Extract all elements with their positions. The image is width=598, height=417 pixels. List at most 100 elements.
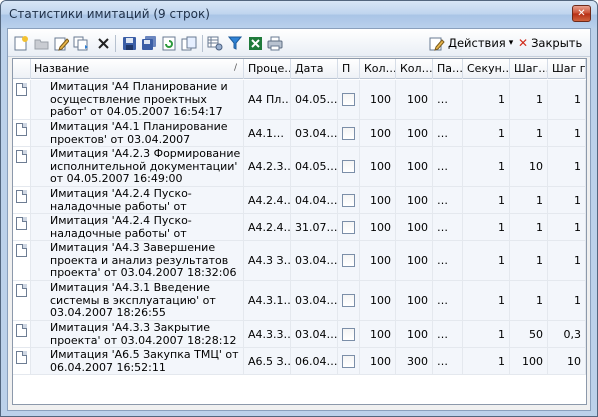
cell-count2[interactable]: 100 bbox=[396, 214, 433, 240]
cell-step2[interactable]: 1 bbox=[548, 281, 586, 320]
cell-param[interactable]: … bbox=[433, 321, 463, 347]
cell-name[interactable]: Имитация 'А4.2.3 Формирование исполнител… bbox=[31, 147, 244, 186]
filter-icon[interactable] bbox=[227, 35, 243, 51]
cell-count2[interactable]: 100 bbox=[396, 281, 433, 320]
excel-icon[interactable] bbox=[247, 35, 263, 51]
save-all-icon[interactable] bbox=[141, 35, 157, 51]
cell-date[interactable]: 06.04… bbox=[291, 348, 338, 374]
cell-seconds[interactable]: 1 bbox=[463, 187, 510, 213]
checkbox[interactable] bbox=[342, 193, 355, 207]
cell-seconds[interactable]: 1 bbox=[463, 214, 510, 240]
cell-process[interactable]: А4.3.1… bbox=[244, 281, 291, 320]
cell-step1[interactable]: 1 bbox=[510, 281, 548, 320]
cell-step2[interactable]: 1 bbox=[548, 147, 586, 186]
cell-step2[interactable]: 1 bbox=[548, 120, 586, 146]
cell-step1[interactable]: 1 bbox=[510, 120, 548, 146]
cell-date[interactable]: 03.04… bbox=[291, 241, 338, 280]
cell-date[interactable]: 03.04… bbox=[291, 321, 338, 347]
cell-name[interactable]: Имитация 'А4.3 Завершение проекта и анал… bbox=[31, 241, 244, 280]
cell-step2[interactable]: 0,3 bbox=[548, 321, 586, 347]
export-icon[interactable] bbox=[181, 35, 197, 51]
table-row[interactable]: Имитация 'А6.5 Закупка ТМЦ' от 06.04.200… bbox=[13, 348, 586, 375]
checkbox[interactable] bbox=[342, 327, 355, 341]
column-header-process[interactable]: Проце… bbox=[244, 59, 291, 79]
cell-param[interactable]: … bbox=[433, 120, 463, 146]
checkbox[interactable] bbox=[342, 220, 355, 234]
cell-param[interactable]: … bbox=[433, 281, 463, 320]
cell-count1[interactable]: 100 bbox=[360, 241, 396, 280]
cell-param[interactable]: … bbox=[433, 80, 463, 119]
cell-name[interactable]: Имитация 'А4.2.4 Пуско-наладочные работы… bbox=[31, 214, 244, 240]
cell-param[interactable]: … bbox=[433, 187, 463, 213]
cell-date[interactable]: 03.04… bbox=[291, 120, 338, 146]
cell-step1[interactable]: 100 bbox=[510, 348, 548, 374]
cell-date[interactable]: 31.07… bbox=[291, 214, 338, 240]
table-row[interactable]: Имитация 'А4.1 Планирование проектов' от… bbox=[13, 120, 586, 147]
cell-step2[interactable]: 1 bbox=[548, 214, 586, 240]
cell-param[interactable]: … bbox=[433, 241, 463, 280]
column-header-p[interactable]: П bbox=[338, 59, 360, 79]
cell-date[interactable]: 04.05… bbox=[291, 147, 338, 186]
cell-step1[interactable]: 10 bbox=[510, 147, 548, 186]
cell-date[interactable]: 04.05… bbox=[291, 80, 338, 119]
table-row[interactable]: Имитация 'А4.3.3 Закрытие проекта' от 03… bbox=[13, 321, 586, 348]
cell-name[interactable]: Имитация 'А4 Планирование и осуществлени… bbox=[31, 80, 244, 119]
column-header-count1[interactable]: Кол… bbox=[360, 59, 396, 79]
refresh-icon[interactable] bbox=[161, 35, 177, 51]
cell-step1[interactable]: 1 bbox=[510, 80, 548, 119]
cell-seconds[interactable]: 1 bbox=[463, 241, 510, 280]
table-row[interactable]: Имитация 'А4.2.4 Пуско-наладочные работы… bbox=[13, 187, 586, 214]
cell-process[interactable]: А4 Пл… bbox=[244, 80, 291, 119]
cell-count2[interactable]: 300 bbox=[396, 348, 433, 374]
cell-count1[interactable]: 100 bbox=[360, 214, 396, 240]
cell-count1[interactable]: 100 bbox=[360, 187, 396, 213]
cell-step2[interactable]: 10 bbox=[548, 348, 586, 374]
cell-name[interactable]: Имитация 'А6.5 Закупка ТМЦ' от 06.04.200… bbox=[31, 348, 244, 374]
cell-count1[interactable]: 100 bbox=[360, 348, 396, 374]
actions-menu-button[interactable]: Действия ▾ bbox=[429, 35, 513, 51]
cell-seconds[interactable]: 1 bbox=[463, 120, 510, 146]
column-header-date[interactable]: Дата bbox=[291, 59, 338, 79]
column-header-seconds[interactable]: Секун… bbox=[463, 59, 510, 79]
checkbox[interactable] bbox=[342, 126, 355, 140]
cell-step1[interactable]: 50 bbox=[510, 321, 548, 347]
cell-seconds[interactable]: 1 bbox=[463, 281, 510, 320]
cell-step1[interactable]: 1 bbox=[510, 241, 548, 280]
column-header-step1[interactable]: Шаг… bbox=[510, 59, 548, 79]
cell-count2[interactable]: 100 bbox=[396, 241, 433, 280]
cell-count2[interactable]: 100 bbox=[396, 187, 433, 213]
cell-name[interactable]: Имитация 'А4.1 Планирование проектов' от… bbox=[31, 120, 244, 146]
columns-icon[interactable] bbox=[207, 35, 223, 51]
cell-count1[interactable]: 100 bbox=[360, 120, 396, 146]
folder-icon[interactable] bbox=[33, 35, 49, 51]
cell-count1[interactable]: 100 bbox=[360, 281, 396, 320]
cell-process[interactable]: А4.2.3… bbox=[244, 147, 291, 186]
table-row[interactable]: Имитация 'А4 Планирование и осуществлени… bbox=[13, 80, 586, 120]
cell-count2[interactable]: 100 bbox=[396, 321, 433, 347]
checkbox[interactable] bbox=[342, 254, 355, 267]
table-row[interactable]: Имитация 'А4.2.3 Формирование исполнител… bbox=[13, 147, 586, 187]
cell-process[interactable]: А4.3.3… bbox=[244, 321, 291, 347]
cell-process[interactable]: А4.3 З… bbox=[244, 241, 291, 280]
cell-step2[interactable]: 1 bbox=[548, 241, 586, 280]
cell-process[interactable]: А4.1… bbox=[244, 120, 291, 146]
cell-count1[interactable]: 100 bbox=[360, 80, 396, 119]
cell-count2[interactable]: 100 bbox=[396, 120, 433, 146]
checkbox[interactable] bbox=[342, 294, 355, 307]
cell-count1[interactable]: 100 bbox=[360, 321, 396, 347]
cell-step2[interactable]: 1 bbox=[548, 187, 586, 213]
cell-process[interactable]: А6.5 З… bbox=[244, 348, 291, 374]
cell-param[interactable]: … bbox=[433, 214, 463, 240]
checkbox[interactable] bbox=[342, 93, 355, 106]
cell-count2[interactable]: 100 bbox=[396, 80, 433, 119]
delete-icon[interactable] bbox=[95, 35, 111, 51]
column-header-count2[interactable]: Кол… bbox=[396, 59, 433, 79]
column-header-name[interactable]: Название / bbox=[31, 59, 244, 79]
close-button[interactable]: ✕ Закрыть bbox=[518, 35, 582, 51]
cell-name[interactable]: Имитация 'А4.3.3 Закрытие проекта' от 03… bbox=[31, 321, 244, 347]
column-header-step2[interactable]: Шаг г… bbox=[548, 59, 586, 79]
cell-name[interactable]: Имитация 'А4.3.1 Введение системы в эксп… bbox=[31, 281, 244, 320]
cell-count1[interactable]: 100 bbox=[360, 147, 396, 186]
cell-name[interactable]: Имитация 'А4.2.4 Пуско-наладочные работы… bbox=[31, 187, 244, 213]
cell-param[interactable]: … bbox=[433, 147, 463, 186]
